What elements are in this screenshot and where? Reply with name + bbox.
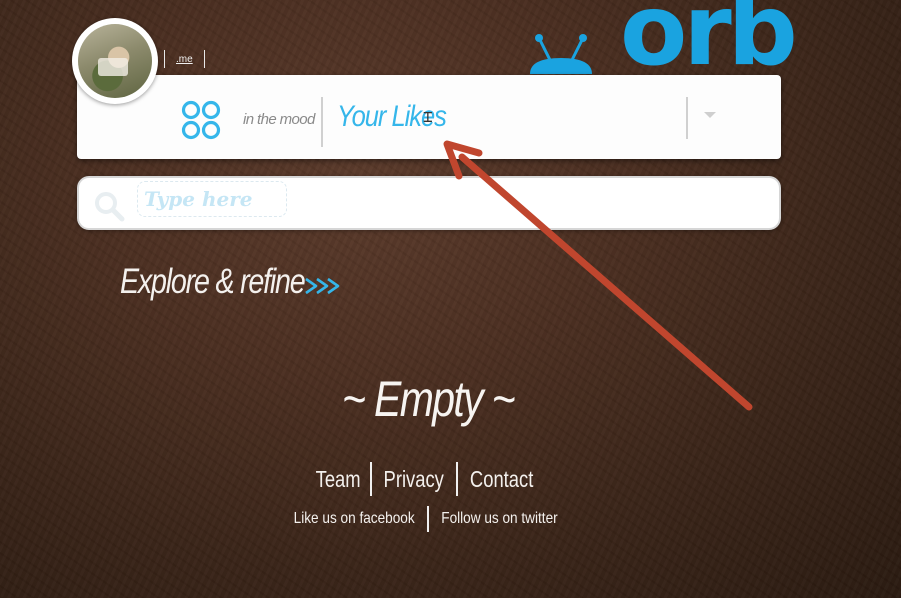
divider <box>427 506 430 532</box>
text-cursor-icon: ⌶ <box>423 107 433 126</box>
avatar-photo <box>78 24 152 98</box>
mood-panel: in the mood Your Likes ⌶ <box>77 75 781 159</box>
privacy-link[interactable]: Privacy <box>382 466 446 493</box>
triple-chevron-right-icon[interactable] <box>304 277 346 295</box>
divider <box>455 462 458 496</box>
twitter-link[interactable]: Follow us on twitter <box>441 510 557 528</box>
search-icon <box>95 192 125 222</box>
empty-state-text: ~ Empty ~ <box>341 371 516 427</box>
divider <box>686 97 688 139</box>
search-bar <box>77 176 781 230</box>
divider <box>321 97 323 147</box>
search-input[interactable] <box>137 181 287 217</box>
brand-logo[interactable]: orb <box>620 0 798 80</box>
user-avatar[interactable] <box>72 18 158 104</box>
divider <box>370 462 373 496</box>
mood-label: in the mood <box>243 111 315 128</box>
footer-links: Team Privacy Contact <box>0 462 851 496</box>
robot-logo-icon <box>530 34 592 74</box>
four-circles-icon <box>181 100 221 140</box>
contact-link[interactable]: Contact <box>468 466 535 493</box>
team-link[interactable]: Team <box>314 466 362 493</box>
explore-refine-link[interactable]: Explore & refine <box>120 262 306 302</box>
social-links: Like us on facebook Follow us on twitter <box>0 506 851 532</box>
me-link[interactable]: .me <box>164 50 205 68</box>
chevron-down-icon[interactable] <box>697 105 721 125</box>
facebook-link[interactable]: Like us on facebook <box>294 510 415 528</box>
